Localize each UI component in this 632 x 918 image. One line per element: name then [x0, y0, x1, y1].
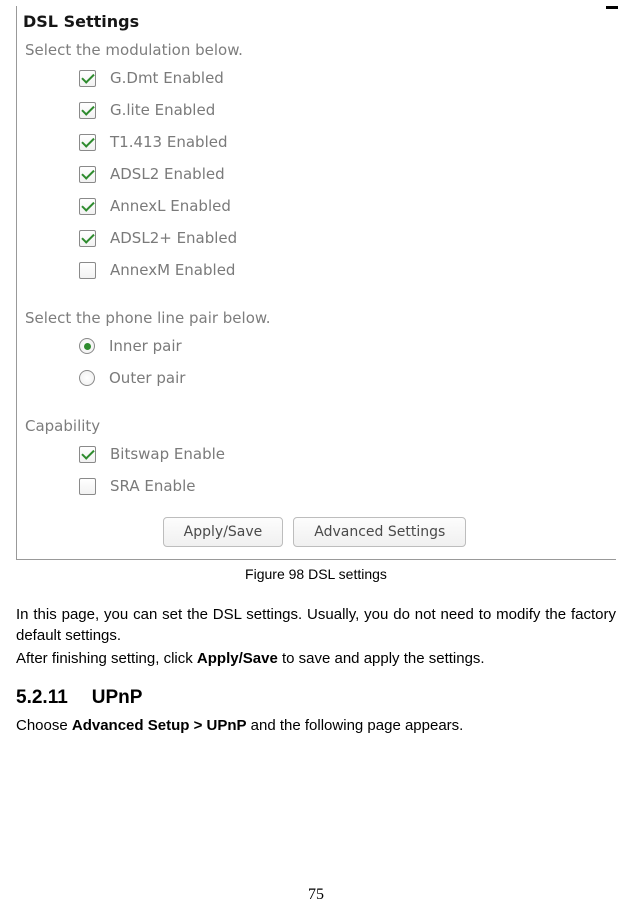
bold-text: Apply/Save: [197, 650, 278, 667]
phone-label: Select the phone line pair below.: [25, 309, 608, 327]
phone-option[interactable]: Outer pair: [79, 369, 608, 387]
modulation-option[interactable]: AnnexM Enabled: [79, 261, 608, 279]
modulation-list: G.Dmt Enabled G.lite Enabled T1.413 Enab…: [21, 69, 608, 279]
modulation-option[interactable]: G.Dmt Enabled: [79, 69, 608, 87]
capability-list: Bitswap Enable SRA Enable: [21, 445, 608, 495]
checkbox-icon[interactable]: [79, 102, 96, 119]
option-label: G.lite Enabled: [110, 101, 215, 119]
text-fragment: Choose: [16, 717, 72, 734]
phone-option[interactable]: Inner pair: [79, 337, 608, 355]
button-row: Apply/Save Advanced Settings: [21, 517, 608, 547]
checkbox-icon[interactable]: [79, 478, 96, 495]
option-label: ADSL2 Enabled: [110, 165, 225, 183]
checkbox-icon[interactable]: [79, 166, 96, 183]
dsl-settings-panel: DSL Settings Select the modulation below…: [16, 6, 616, 560]
bold-text: Advanced Setup > UPnP: [72, 717, 247, 734]
capability-option[interactable]: Bitswap Enable: [79, 445, 608, 463]
modulation-label: Select the modulation below.: [25, 41, 608, 59]
option-label: Outer pair: [109, 369, 185, 387]
modulation-option[interactable]: AnnexL Enabled: [79, 197, 608, 215]
text-fragment: and the following page appears.: [247, 717, 464, 734]
paragraph: In this page, you can set the DSL settin…: [16, 604, 616, 646]
section-heading: 5.2.11 UPnP: [16, 687, 616, 709]
modulation-option[interactable]: G.lite Enabled: [79, 101, 608, 119]
checkbox-icon[interactable]: [79, 446, 96, 463]
checkbox-icon[interactable]: [79, 262, 96, 279]
option-label: Inner pair: [109, 337, 182, 355]
capability-option[interactable]: SRA Enable: [79, 477, 608, 495]
modulation-option[interactable]: ADSL2 Enabled: [79, 165, 608, 183]
option-label: Bitswap Enable: [110, 445, 225, 463]
checkbox-icon[interactable]: [79, 134, 96, 151]
heading-number: 5.2.11: [16, 687, 68, 709]
body-text: In this page, you can set the DSL settin…: [16, 604, 616, 669]
paragraph: Choose Advanced Setup > UPnP and the fol…: [16, 717, 616, 734]
option-label: ADSL2+ Enabled: [110, 229, 237, 247]
heading-title: UPnP: [92, 687, 143, 708]
radio-icon[interactable]: [79, 370, 95, 386]
advanced-settings-button[interactable]: Advanced Settings: [293, 517, 466, 547]
option-label: AnnexM Enabled: [110, 261, 235, 279]
option-label: G.Dmt Enabled: [110, 69, 224, 87]
capability-label: Capability: [25, 417, 608, 435]
page-number: 75: [308, 886, 324, 904]
text-fragment: After finishing setting, click: [16, 650, 197, 667]
checkbox-icon[interactable]: [79, 230, 96, 247]
modulation-option[interactable]: T1.413 Enabled: [79, 133, 608, 151]
radio-icon[interactable]: [79, 338, 95, 354]
option-label: AnnexL Enabled: [110, 197, 231, 215]
option-label: T1.413 Enabled: [110, 133, 228, 151]
checkbox-icon[interactable]: [79, 198, 96, 215]
option-label: SRA Enable: [110, 477, 195, 495]
paragraph: After finishing setting, click Apply/Sav…: [16, 648, 616, 669]
apply-save-button[interactable]: Apply/Save: [163, 517, 284, 547]
panel-title: DSL Settings: [23, 12, 608, 31]
modulation-option[interactable]: ADSL2+ Enabled: [79, 229, 608, 247]
text-fragment: to save and apply the settings.: [278, 650, 485, 667]
checkbox-icon[interactable]: [79, 70, 96, 87]
figure-caption: Figure 98 DSL settings: [16, 566, 616, 582]
phone-list: Inner pair Outer pair: [21, 337, 608, 387]
